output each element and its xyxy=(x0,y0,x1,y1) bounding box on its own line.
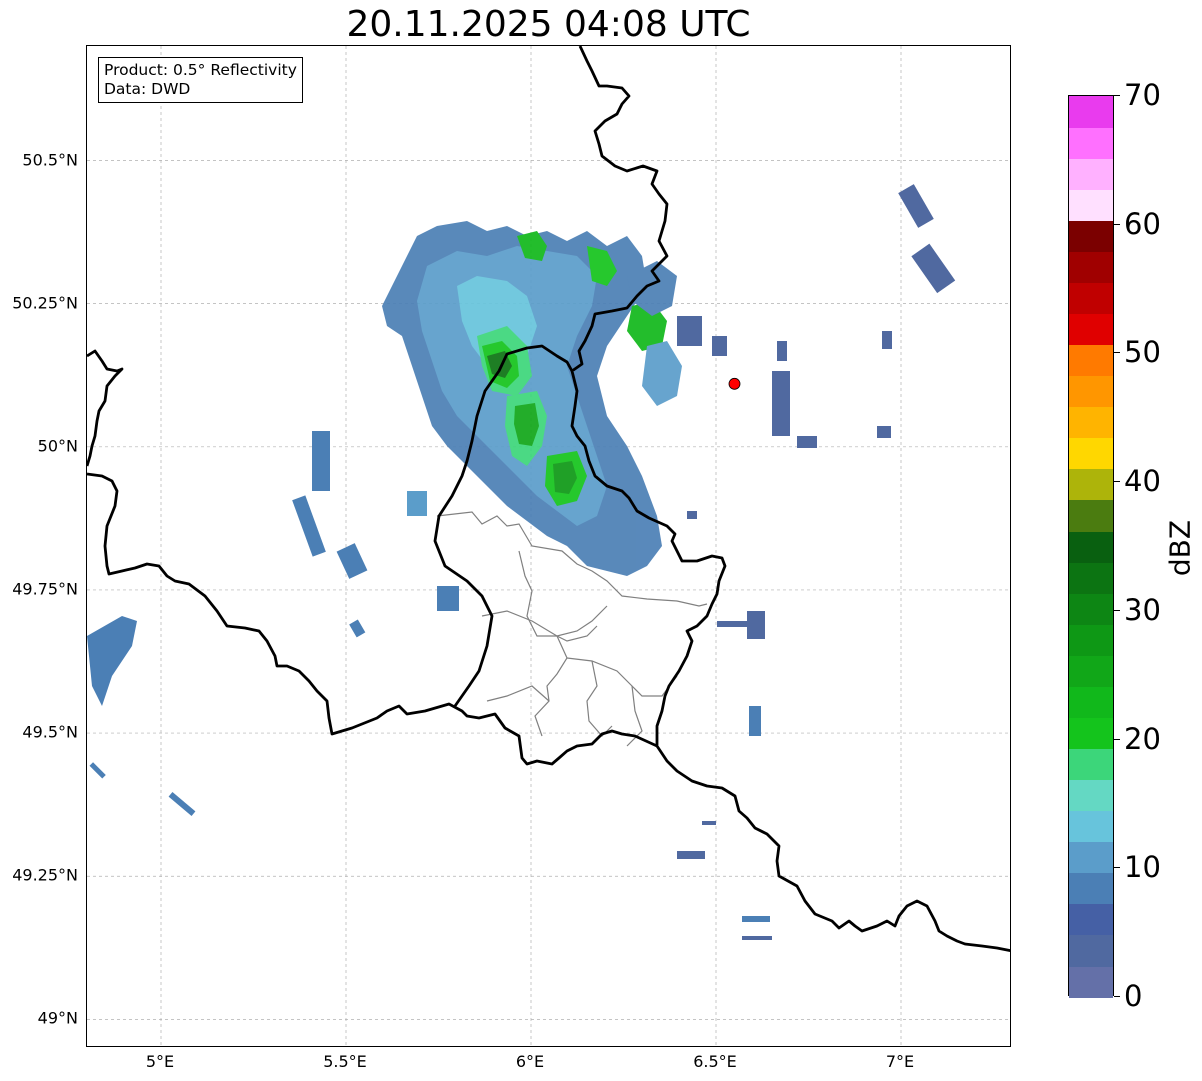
colorbar-segment xyxy=(1069,903,1113,936)
colorbar-segment xyxy=(1069,841,1113,874)
colorbar xyxy=(1068,95,1114,998)
lat-tick-label: 49.25°N xyxy=(12,865,78,885)
product-label: Product: 0.5° Reflectivity xyxy=(104,61,297,79)
colorbar-tick-mark xyxy=(1114,352,1120,354)
colorbar-tick-mark xyxy=(1114,738,1120,740)
colorbar-segment xyxy=(1069,251,1113,283)
colorbar-segment xyxy=(1069,406,1113,439)
colorbar-segment xyxy=(1069,344,1113,377)
lat-tick-label: 50°N xyxy=(37,436,78,456)
lon-tick-label: 5.5°E xyxy=(323,1052,367,1071)
colorbar-segment xyxy=(1069,872,1113,905)
gridlines xyxy=(87,46,1010,1046)
colorbar-tick-label: 70 xyxy=(1124,78,1161,112)
colorbar-segment xyxy=(1069,499,1113,532)
lat-tick-label: 49°N xyxy=(37,1008,78,1028)
colorbar-segment xyxy=(1069,624,1113,656)
colorbar-tick-label: 0 xyxy=(1124,979,1143,1013)
radar-map-panel[interactable] xyxy=(86,45,1011,1047)
colorbar-segment xyxy=(1069,375,1113,408)
echo-cluster-main xyxy=(382,221,682,576)
colorbar-tick-mark xyxy=(1114,95,1120,96)
colorbar-tick-mark xyxy=(1114,609,1120,611)
colorbar-segment xyxy=(1069,437,1113,470)
map-title: 20.11.2025 04:08 UTC xyxy=(346,4,751,45)
lat-tick-label: 49.75°N xyxy=(12,579,78,599)
colorbar-tick-label: 40 xyxy=(1124,464,1161,499)
radar-site-marker xyxy=(728,377,741,390)
colorbar-segment xyxy=(1069,158,1113,190)
product-info-box: Product: 0.5° Reflectivity Data: DWD xyxy=(98,57,303,103)
lon-tick-label: 5°E xyxy=(145,1052,175,1071)
colorbar-tick-mark xyxy=(1114,223,1120,225)
colorbar-segment xyxy=(1069,127,1113,159)
lon-tick-label: 6.5°E xyxy=(693,1052,737,1071)
echo-cluster-west xyxy=(87,431,459,816)
colorbar-tick-label: 20 xyxy=(1124,721,1161,756)
lat-tick-label: 50.25°N xyxy=(12,293,78,313)
colorbar-tick-mark xyxy=(1114,867,1120,869)
colorbar-segment xyxy=(1069,282,1113,315)
colorbar-segment xyxy=(1069,655,1113,687)
radar-map-canvas xyxy=(87,46,1010,1046)
colorbar-tick-mark xyxy=(1114,996,1120,997)
colorbar-segment xyxy=(1069,934,1113,967)
colorbar-segment xyxy=(1069,748,1113,781)
colorbar-tick-label: 10 xyxy=(1124,850,1161,885)
lon-tick-label: 6°E xyxy=(515,1052,545,1071)
colorbar-segment xyxy=(1069,313,1113,346)
colorbar-segment xyxy=(1069,468,1113,501)
colorbar-tick-mark xyxy=(1114,481,1120,483)
colorbar-segment xyxy=(1069,530,1113,563)
colorbar-segment xyxy=(1069,562,1113,594)
lat-tick-label: 49.5°N xyxy=(22,722,78,742)
colorbar-segment xyxy=(1069,189,1113,221)
colorbar-segment xyxy=(1069,717,1113,750)
colorbar-tick-label: 30 xyxy=(1124,592,1161,627)
colorbar-segment xyxy=(1069,686,1113,718)
colorbar-segment xyxy=(1069,810,1113,843)
colorbar-segment xyxy=(1069,965,1113,998)
colorbar-segment xyxy=(1069,96,1113,128)
data-source-label: Data: DWD xyxy=(104,80,191,98)
lat-tick-label: 50.5°N xyxy=(22,150,78,169)
colorbar-tick-label: 50 xyxy=(1124,335,1161,370)
colorbar-unit-label: dBZ xyxy=(1163,519,1197,577)
colorbar-segment xyxy=(1069,779,1113,812)
colorbar-segment xyxy=(1069,220,1113,252)
lon-tick-label: 7°E xyxy=(885,1052,915,1071)
colorbar-tick-label: 60 xyxy=(1124,206,1161,241)
colorbar-segment xyxy=(1069,593,1113,625)
echo-cluster-east xyxy=(677,184,956,940)
